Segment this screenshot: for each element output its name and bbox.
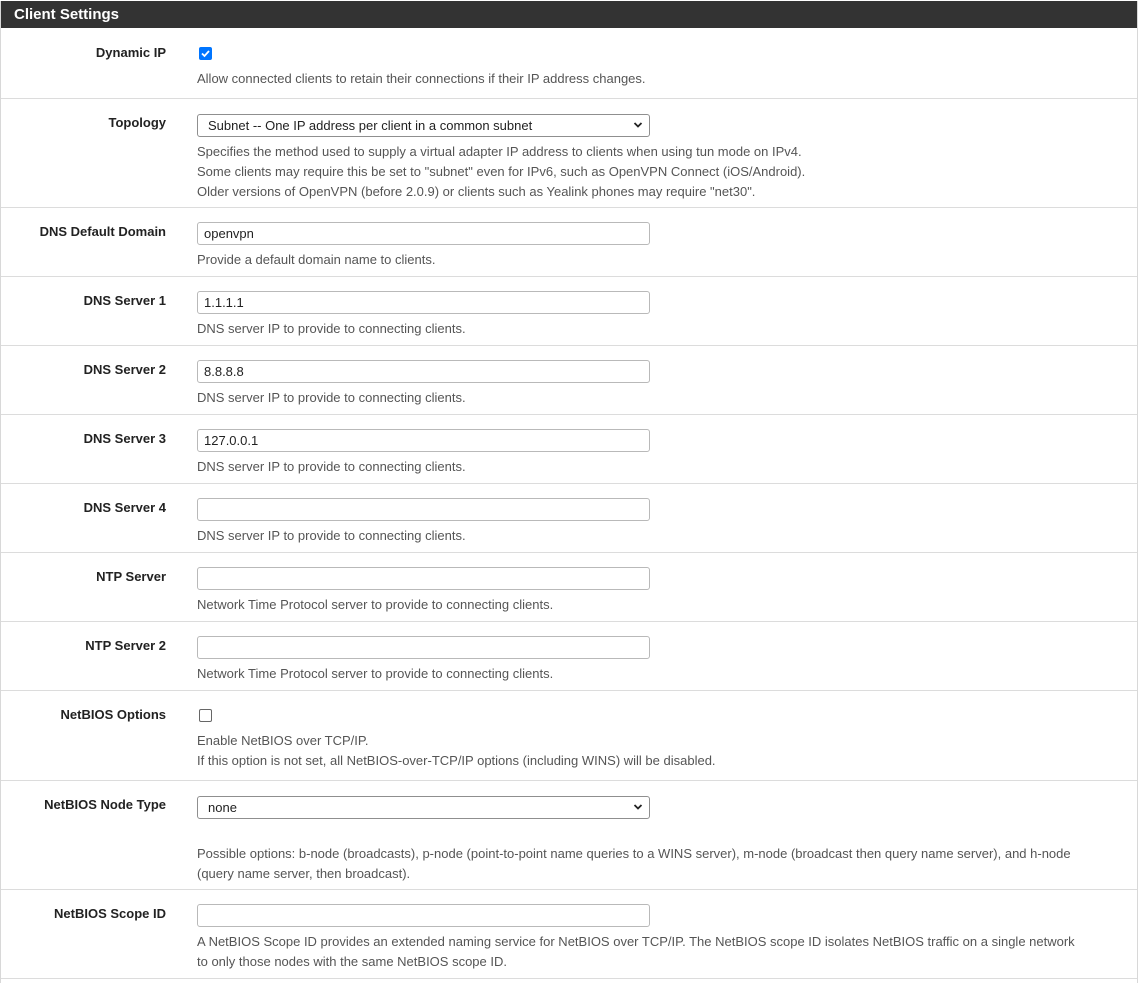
chevron-down-icon: [633, 804, 643, 810]
netbios-scope-id-help-1: A NetBIOS Scope ID provides an extended …: [197, 934, 1075, 949]
netbios-node-type-help-1: Possible options: b-node (broadcasts), p…: [197, 846, 1071, 861]
dns-server-2-input[interactable]: 8.8.8.8: [197, 360, 650, 383]
section-title: Client Settings: [1, 1, 1137, 28]
topology-help-2: Some clients may require this be set to …: [197, 164, 806, 179]
netbios-scope-id-help-2: to only those nodes with the same NetBIO…: [197, 954, 507, 969]
divider: [1, 690, 1137, 691]
dns-default-domain-help: Provide a default domain name to clients…: [197, 252, 436, 267]
dns-server-3-label: DNS Server 3: [83, 431, 166, 446]
divider: [1, 276, 1137, 277]
dns-server-1-input[interactable]: 1.1.1.1: [197, 291, 650, 314]
divider: [1, 345, 1137, 346]
dns-server-1-label: DNS Server 1: [83, 293, 166, 308]
dns-default-domain-label: DNS Default Domain: [39, 224, 166, 239]
checkmark-icon: [201, 50, 210, 58]
ntp-server-input[interactable]: [197, 567, 650, 590]
divider: [1, 483, 1137, 484]
topology-help-3: Older versions of OpenVPN (before 2.0.9)…: [197, 184, 756, 199]
divider: [1, 414, 1137, 415]
chevron-down-icon: [633, 122, 643, 128]
netbios-node-type-help-2: (query name server, then broadcast).: [197, 866, 411, 881]
dns-server-1-help: DNS server IP to provide to connecting c…: [197, 321, 466, 336]
netbios-node-type-label: NetBIOS Node Type: [44, 797, 166, 812]
netbios-options-help-1: Enable NetBIOS over TCP/IP.: [197, 733, 369, 748]
dns-server-4-input[interactable]: [197, 498, 650, 521]
dns-server-2-help: DNS server IP to provide to connecting c…: [197, 390, 466, 405]
dynamic-ip-help: Allow connected clients to retain their …: [197, 71, 646, 86]
netbios-scope-id-label: NetBIOS Scope ID: [54, 906, 166, 921]
ntp-server-2-help: Network Time Protocol server to provide …: [197, 666, 554, 681]
netbios-options-label: NetBIOS Options: [60, 707, 166, 722]
dns-server-3-input[interactable]: 127.0.0.1: [197, 429, 650, 452]
dns-server-3-help: DNS server IP to provide to connecting c…: [197, 459, 466, 474]
divider: [1, 98, 1137, 99]
divider: [1, 621, 1137, 622]
ntp-server-2-input[interactable]: [197, 636, 650, 659]
dns-server-4-help: DNS server IP to provide to connecting c…: [197, 528, 466, 543]
netbios-options-help-2: If this option is not set, all NetBIOS-o…: [197, 753, 716, 768]
divider: [1, 978, 1137, 979]
divider: [1, 552, 1137, 553]
ntp-server-help: Network Time Protocol server to provide …: [197, 597, 554, 612]
netbios-scope-id-input[interactable]: [197, 904, 650, 927]
dns-default-domain-input[interactable]: openvpn: [197, 222, 650, 245]
dns-server-2-label: DNS Server 2: [83, 362, 166, 377]
ntp-server-label: NTP Server: [96, 569, 166, 584]
netbios-options-checkbox[interactable]: [199, 709, 212, 722]
topology-help-1: Specifies the method used to supply a vi…: [197, 144, 802, 159]
topology-select-value: Subnet -- One IP address per client in a…: [208, 118, 533, 133]
dynamic-ip-label: Dynamic IP: [95, 45, 166, 60]
netbios-node-type-select[interactable]: none: [197, 796, 650, 819]
dns-server-4-label: DNS Server 4: [83, 500, 166, 515]
topology-select[interactable]: Subnet -- One IP address per client in a…: [197, 114, 650, 137]
dynamic-ip-checkbox[interactable]: [199, 47, 212, 60]
divider: [1, 780, 1137, 781]
topology-label: Topology: [108, 115, 166, 130]
ntp-server-2-label: NTP Server 2: [85, 638, 166, 653]
client-settings-panel: Client Settings Dynamic IP Allow connect…: [0, 1, 1138, 983]
divider: [1, 207, 1137, 208]
divider: [1, 889, 1137, 890]
netbios-node-type-select-value: none: [208, 800, 237, 815]
